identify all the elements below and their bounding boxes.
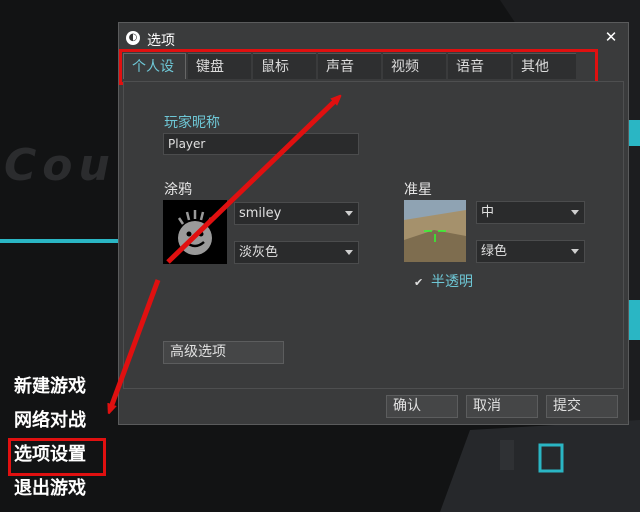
chevron-down-icon — [345, 250, 353, 255]
nickname-label: 玩家昵称 — [164, 115, 220, 131]
spray-label: 涂鸦 — [164, 182, 192, 198]
crosshair-color-select[interactable]: 绿色 — [476, 240, 585, 263]
translucent-label: 半透明 — [431, 274, 473, 290]
menu-item-quit[interactable]: 退出游戏 — [10, 474, 120, 508]
dialog-titlebar[interactable]: ◐ 选项 ✕ — [119, 23, 628, 53]
spray-image-value: smiley — [239, 206, 282, 221]
tab-other[interactable]: 其他 — [513, 53, 576, 79]
crosshair-preview-image — [404, 200, 466, 262]
crosshair-size-value: 中 — [481, 205, 495, 220]
nickname-input[interactable]: Player — [163, 133, 359, 155]
tab-bar: 个人设置 键盘 鼠标 声音 视频 语音 其他 — [119, 49, 598, 101]
game-logo: Cou — [4, 140, 116, 191]
advanced-options-button[interactable]: 高级选项 — [163, 341, 284, 364]
dialog-title: 选项 — [147, 33, 175, 49]
tab-mouse[interactable]: 鼠标 — [253, 53, 316, 79]
chevron-down-icon — [571, 249, 579, 254]
options-dialog: ◐ 选项 ✕ 个人设置 键盘 鼠标 声音 视频 语音 其他 玩家昵称 Playe… — [118, 22, 629, 425]
tab-voice[interactable]: 语音 — [448, 53, 511, 79]
cancel-button[interactable]: 取消 — [466, 395, 538, 418]
tab-video[interactable]: 视频 — [383, 53, 446, 79]
close-button[interactable]: ✕ — [602, 28, 620, 46]
crosshair-label: 准星 — [404, 182, 432, 198]
spray-color-value: 淡灰色 — [239, 245, 279, 260]
crosshair-size-select[interactable]: 中 — [476, 201, 585, 224]
main-menu: 新建游戏 网络对战 选项设置 退出游戏 — [8, 372, 120, 508]
tab-personal[interactable]: 个人设置 — [123, 53, 186, 101]
menu-item-new-game[interactable]: 新建游戏 — [10, 372, 120, 406]
translucent-checkbox[interactable]: ✔ — [414, 277, 424, 288]
ok-button[interactable]: 确认 — [386, 395, 458, 418]
game-logo-icon: ◐ — [126, 31, 140, 45]
spray-color-select[interactable]: 淡灰色 — [234, 241, 359, 264]
menu-item-options[interactable]: 选项设置 — [8, 438, 106, 476]
decorative-line — [0, 239, 122, 243]
chevron-down-icon — [345, 211, 353, 216]
tab-keyboard[interactable]: 键盘 — [188, 53, 251, 79]
spray-preview-image — [163, 200, 227, 264]
tab-audio[interactable]: 声音 — [318, 53, 381, 79]
crosshair-color-value: 绿色 — [481, 244, 508, 259]
menu-item-multiplayer[interactable]: 网络对战 — [10, 406, 120, 440]
spray-image-select[interactable]: smiley — [234, 202, 359, 225]
submit-button[interactable]: 提交 — [546, 395, 618, 418]
chevron-down-icon — [571, 210, 579, 215]
tab-panel: 玩家昵称 Player 涂鸦 smiley 淡灰色 准星 中 绿色 ✔ 半透明 … — [123, 81, 624, 389]
